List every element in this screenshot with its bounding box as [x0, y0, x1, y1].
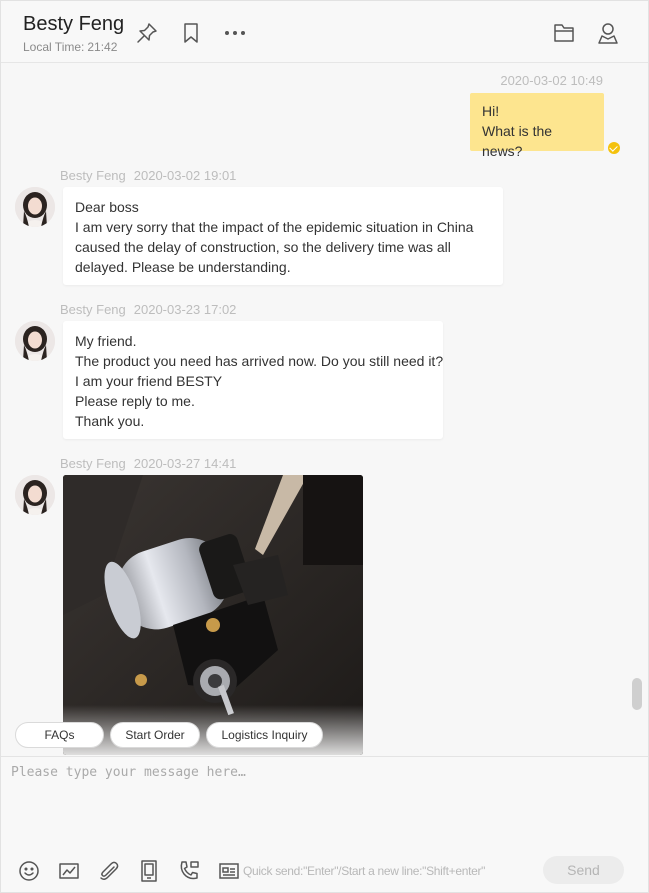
message-list-scrollbar[interactable]	[632, 678, 642, 710]
read-receipt-icon	[608, 142, 620, 154]
avatar[interactable]	[15, 187, 55, 227]
message-meta: Besty Feng 2020-03-23 17:02	[60, 302, 236, 317]
message-timestamp: 2020-03-23 17:02	[133, 302, 237, 317]
logistics-inquiry-button[interactable]: Logistics Inquiry	[206, 722, 323, 748]
message-line: Thank you.	[75, 413, 145, 429]
emoji-icon[interactable]	[17, 859, 41, 883]
message-line: I am your friend BESTY	[75, 373, 223, 389]
chat-window: Besty Feng Local Time: 21:42 2020-03-02 …	[0, 0, 649, 893]
avatar[interactable]	[15, 321, 55, 361]
call-icon[interactable]	[177, 859, 201, 883]
message-line: Please reply to me.	[75, 393, 195, 409]
local-time-label: Local Time:	[23, 40, 85, 54]
message-timestamp: 2020-03-02 10:49	[500, 73, 603, 88]
more-icon[interactable]	[223, 21, 247, 45]
message-timestamp: 2020-03-02 19:01	[133, 168, 237, 183]
document-icon[interactable]	[137, 859, 161, 883]
screenshot-icon[interactable]	[57, 859, 81, 883]
sender-name: Besty Feng	[60, 302, 126, 317]
message-line: My friend.	[75, 333, 137, 349]
message-input[interactable]	[11, 765, 631, 845]
local-time: Local Time: 21:42	[23, 40, 120, 54]
start-order-button[interactable]: Start Order	[110, 722, 200, 748]
message-timestamp: 2020-03-27 14:41	[133, 456, 237, 471]
sender-name: Besty Feng	[60, 456, 126, 471]
business-card-icon[interactable]	[217, 859, 241, 883]
avatar[interactable]	[15, 475, 55, 515]
message-composer: Quick send:"Enter"/Start a new line:"Shi…	[1, 756, 648, 892]
send-button[interactable]: Send	[543, 856, 624, 884]
pin-icon[interactable]	[135, 21, 159, 45]
message-meta: Besty Feng 2020-03-27 14:41	[60, 456, 236, 471]
outgoing-message-bubble: Hi! What is the news?	[470, 93, 604, 159]
message-line: The product you need has arrived now. Do…	[75, 353, 444, 369]
faqs-button[interactable]: FAQs	[15, 722, 104, 748]
local-time-value: 21:42	[87, 40, 118, 54]
message-list[interactable]: 2020-03-02 10:49 Hi! What is the news? B…	[1, 64, 648, 756]
message-line: Dear boss	[75, 199, 139, 215]
incoming-message-bubble: Dear boss I am very sorry that the impac…	[63, 187, 503, 285]
message-line: I am very sorry that the impact of the e…	[75, 219, 474, 275]
contact-profile-icon[interactable]	[596, 21, 620, 45]
product-photo-message[interactable]	[63, 475, 363, 755]
attachment-icon[interactable]	[97, 859, 121, 883]
quick-send-hint: Quick send:"Enter"/Start a new line:"Shi…	[243, 864, 486, 878]
message-line: What is the news?	[482, 123, 553, 159]
sender-name: Besty Feng	[60, 168, 126, 183]
message-meta: Besty Feng 2020-03-02 19:01	[60, 168, 236, 183]
incoming-message-bubble: My friend. The product you need has arri…	[63, 321, 443, 439]
contact-name: Besty Feng	[23, 13, 125, 35]
folder-icon[interactable]	[552, 21, 576, 45]
bookmark-icon[interactable]	[179, 21, 203, 45]
chat-header: Besty Feng Local Time: 21:42	[1, 1, 648, 63]
message-line: Hi!	[482, 103, 500, 119]
